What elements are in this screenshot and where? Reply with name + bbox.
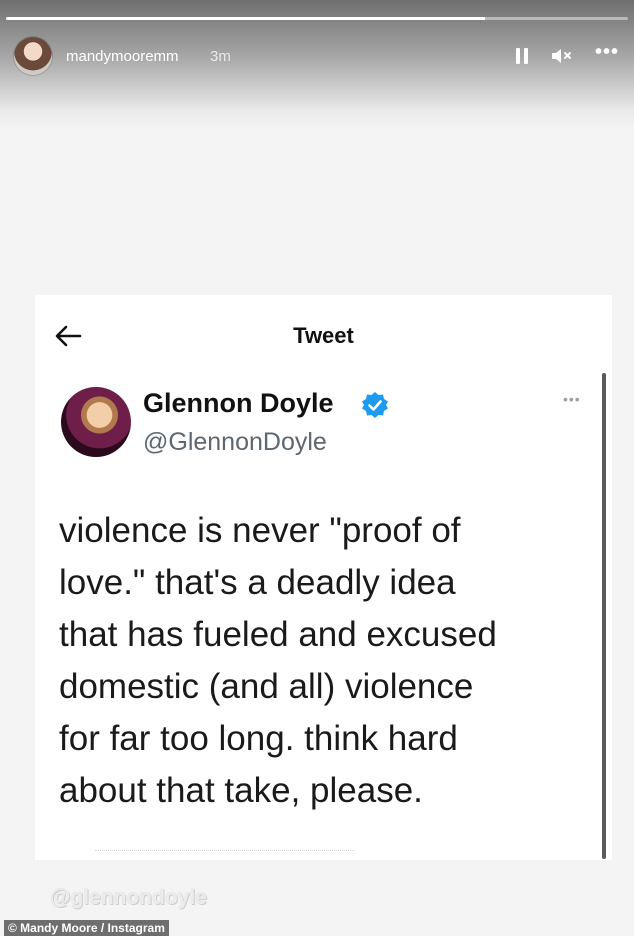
more-options-button[interactable]: ••• <box>594 40 620 64</box>
scrollbar <box>602 373 606 859</box>
story-progress-fill <box>6 17 485 20</box>
source-watermark: @glennondoyle <box>50 886 207 909</box>
tweet-line: that has fueled and excused <box>59 615 497 654</box>
author-handle: @GlennonDoyle <box>143 428 327 456</box>
more-icon: ••• <box>594 40 619 63</box>
verified-badge-icon <box>362 392 388 418</box>
tweet-line: love." that's a deadly idea <box>59 563 456 602</box>
tweet-more-icon: ••• <box>563 391 581 407</box>
pause-icon <box>516 48 520 64</box>
story-timestamp: 3m <box>210 48 231 65</box>
story-header: mandymooremm 3m ••• <box>0 30 634 82</box>
tweet-header-title: Tweet <box>293 323 354 348</box>
tweet-screenshot-card: Tweet Glennon Doyle @GlennonDoyle ••• vi… <box>35 295 612 860</box>
divider <box>95 850 355 857</box>
story-username[interactable]: mandymooremm <box>66 48 179 65</box>
photo-credit: © Mandy Moore / Instagram <box>4 920 169 936</box>
story-progress-bar <box>6 17 628 20</box>
tweet-line: violence is never "proof of <box>59 511 461 550</box>
pause-button[interactable] <box>512 44 532 68</box>
tweet-line: for far too long. think hard <box>59 719 458 758</box>
tweet-line: domestic (and all) violence <box>59 667 474 706</box>
volume-muted-icon <box>552 49 571 63</box>
profile-avatar[interactable] <box>14 37 52 75</box>
author-display-name: Glennon Doyle <box>143 388 334 418</box>
mute-button[interactable] <box>549 44 575 68</box>
author-avatar <box>61 387 131 457</box>
tweet-line: about that take, please. <box>59 771 423 810</box>
tweet-body: violence is never "proof of love." that'… <box>59 505 599 817</box>
